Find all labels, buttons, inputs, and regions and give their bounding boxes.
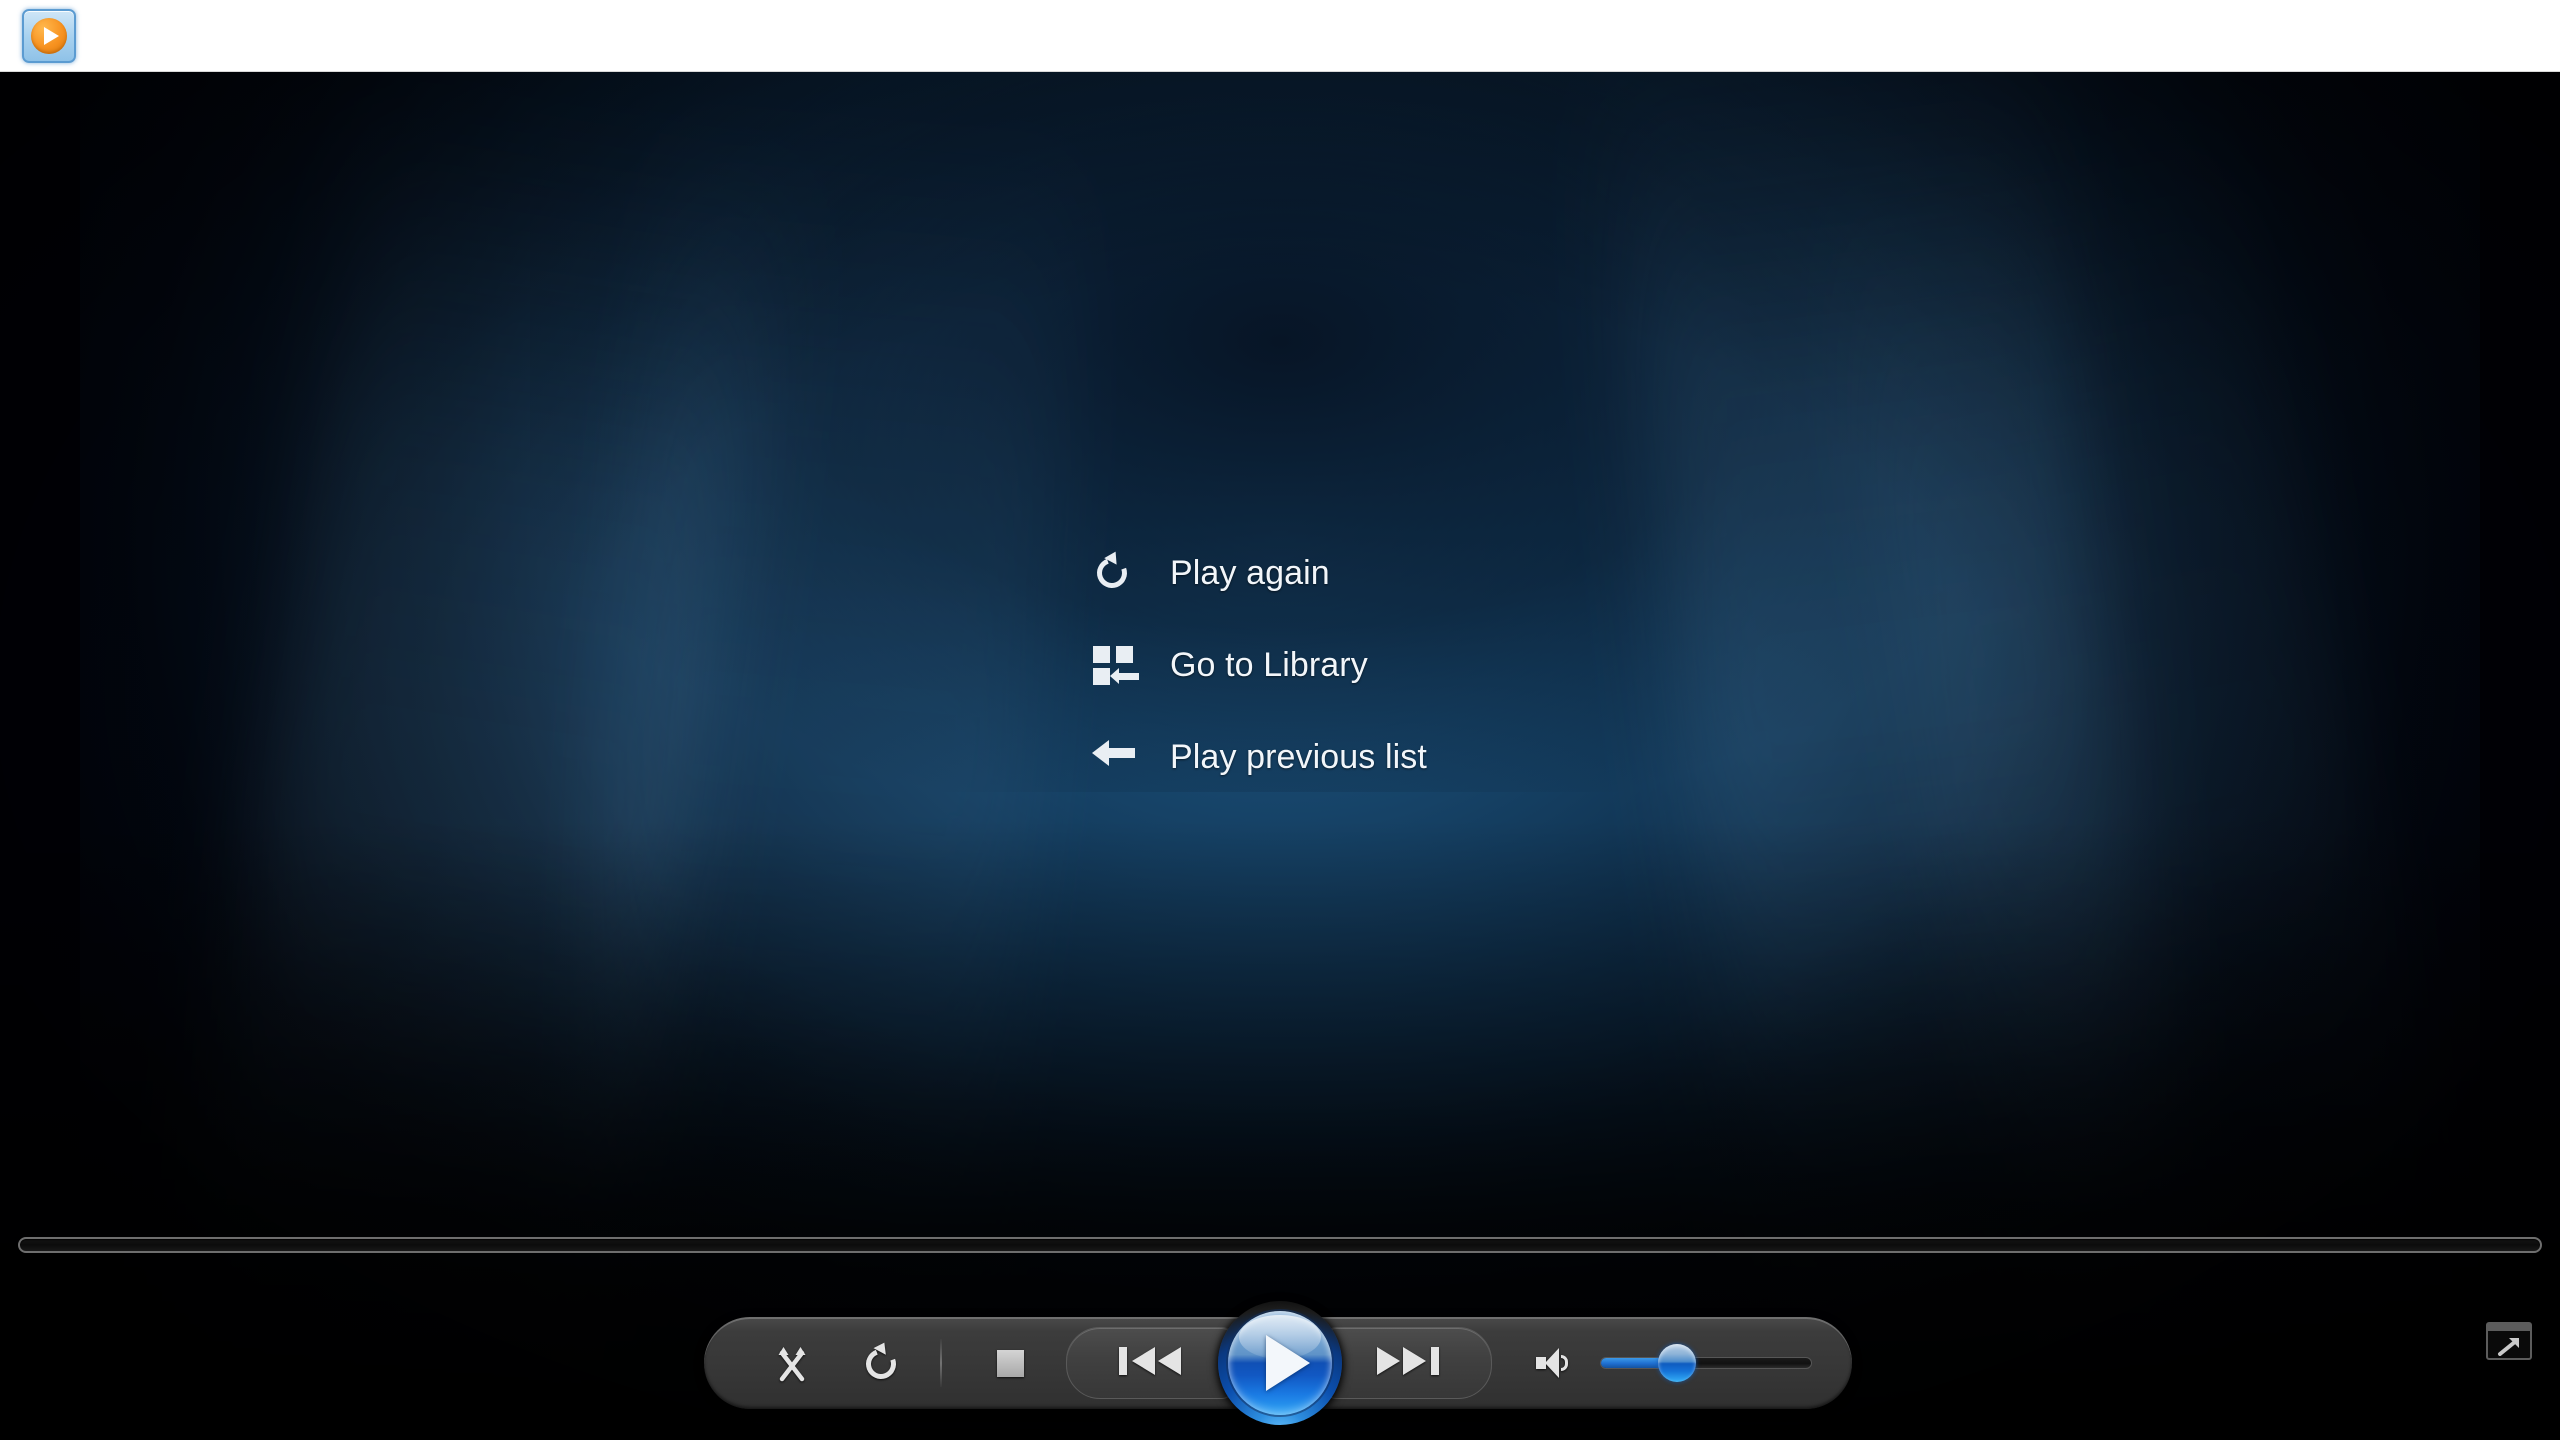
back-arrow-icon: [1092, 734, 1146, 780]
resume-menu: Play again Go to Library Play previous l…: [1092, 527, 1427, 803]
control-divider: [940, 1339, 942, 1387]
now-playing-stage[interactable]: Play again Go to Library Play previous l…: [0, 72, 2560, 1440]
volume-slider[interactable]: [1600, 1344, 1812, 1382]
menu-item-label: Play again: [1170, 553, 1330, 592]
switch-to-library-icon: [2497, 1336, 2523, 1356]
playback-control-bar: [704, 1301, 1852, 1425]
seek-bar[interactable]: [18, 1237, 2542, 1253]
menu-item-go-to-library[interactable]: Go to Library: [1092, 619, 1427, 711]
mute-button[interactable]: [1516, 1317, 1592, 1409]
menu-item-label: Play previous list: [1170, 737, 1427, 776]
next-icon: [1369, 1341, 1447, 1386]
library-icon: [1092, 642, 1146, 688]
speaker-icon: [1534, 1346, 1574, 1380]
replay-icon: [1092, 548, 1146, 596]
previous-button[interactable]: [1066, 1327, 1234, 1399]
stop-icon: [996, 1349, 1024, 1377]
previous-icon: [1111, 1341, 1189, 1386]
play-icon: [1266, 1335, 1310, 1391]
switch-to-library-button[interactable]: [2486, 1322, 2532, 1360]
repeat-button[interactable]: [844, 1317, 920, 1409]
menu-item-label: Go to Library: [1170, 645, 1368, 684]
shuffle-button[interactable]: [754, 1317, 830, 1409]
next-button[interactable]: [1324, 1327, 1492, 1399]
play-orb-icon: [31, 18, 67, 54]
menu-item-play-previous-list[interactable]: Play previous list: [1092, 711, 1427, 803]
stop-button[interactable]: [972, 1317, 1048, 1409]
volume-slider-thumb[interactable]: [1657, 1344, 1696, 1382]
shuffle-icon: [772, 1343, 812, 1383]
window-titlebar-strip: [2488, 1324, 2530, 1331]
media-player-icon[interactable]: [22, 9, 76, 63]
menu-item-play-again[interactable]: Play again: [1092, 527, 1427, 619]
play-button[interactable]: [1218, 1301, 1342, 1425]
media-player-window: Play again Go to Library Play previous l…: [0, 0, 2560, 1440]
repeat-icon: [861, 1339, 902, 1384]
title-bar: [0, 0, 2560, 72]
